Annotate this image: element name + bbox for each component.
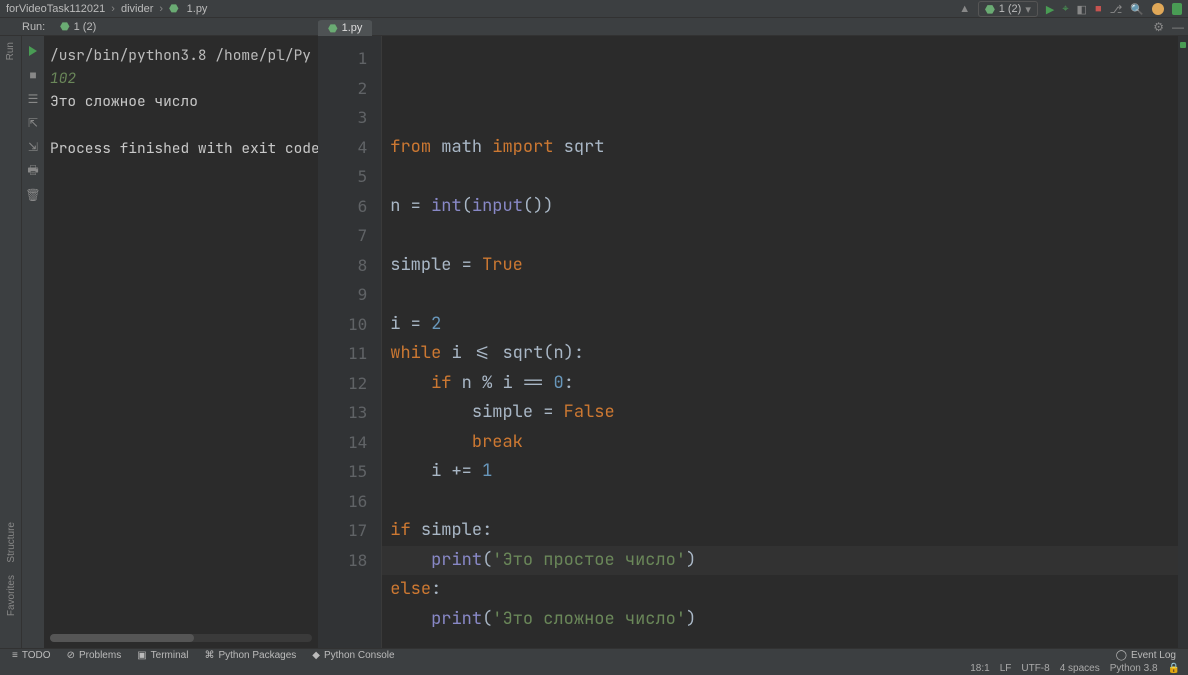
- line-number[interactable]: 5: [348, 162, 367, 192]
- run-label: Run:: [0, 21, 60, 33]
- breadcrumb: forVideoTask112021 › divider › ⬣ 1.py ▲ …: [0, 0, 1188, 18]
- line-number[interactable]: 11: [348, 339, 367, 369]
- code-line[interactable]: [390, 221, 1170, 251]
- run-tool-buttons: ■ ☰ ⇱ ⇲ 🖶 🗑: [22, 36, 44, 648]
- sidebar-favorites[interactable]: Favorites: [6, 573, 17, 618]
- sidebar-structure[interactable]: Structure: [6, 520, 17, 565]
- crumb-folder[interactable]: divider: [121, 3, 153, 15]
- run-console[interactable]: /usr/bin/python3.8 /home/pl/Py 102 Это с…: [44, 36, 318, 648]
- run-config-selector[interactable]: ⬣ 1 (2) ▾: [978, 1, 1038, 17]
- code-line[interactable]: print('Это сложное число'): [390, 605, 1170, 635]
- line-number[interactable]: 4: [348, 133, 367, 163]
- code-editor[interactable]: 123456789101112131415161718 from math im…: [318, 36, 1188, 648]
- minimize-icon[interactable]: —: [1172, 20, 1184, 34]
- status-indent[interactable]: 4 spaces: [1060, 663, 1100, 674]
- code-line[interactable]: [390, 634, 1170, 664]
- tool-todo[interactable]: ≡ TODO: [12, 650, 51, 661]
- chevron-down-icon: ▾: [1025, 3, 1031, 16]
- stop-icon[interactable]: ■: [26, 68, 40, 82]
- tool-problems[interactable]: ⊘ Problems: [67, 650, 122, 661]
- debug-icon[interactable]: ⌖: [1062, 3, 1068, 16]
- status-python[interactable]: Python 3.8: [1110, 663, 1158, 674]
- line-number[interactable]: 13: [348, 398, 367, 428]
- left-tool-strip: Run Favorites Structure: [0, 36, 22, 648]
- tool-python-packages[interactable]: ⌘ Python Packages: [204, 650, 296, 661]
- line-number[interactable]: 14: [348, 428, 367, 458]
- crumb-file[interactable]: 1.py: [187, 3, 208, 15]
- up-icon[interactable]: ⇱: [26, 116, 40, 130]
- line-number[interactable]: 7: [348, 221, 367, 251]
- console-input: 102: [50, 67, 312, 90]
- lock-icon[interactable]: 🔒: [1168, 663, 1180, 674]
- code-line[interactable]: n = int(input()): [390, 192, 1170, 222]
- tool-python-console[interactable]: ◆ Python Console: [312, 650, 394, 661]
- console-output: Это сложное число: [50, 90, 312, 113]
- code-line[interactable]: if n % i == 0:: [390, 369, 1170, 399]
- print-icon[interactable]: 🖶: [26, 164, 40, 178]
- python-file-icon: ⬣: [328, 22, 338, 35]
- run-config[interactable]: ⬣ 1 (2): [60, 20, 96, 33]
- crumb-project[interactable]: forVideoTask112021: [6, 3, 105, 15]
- python-icon: ⬣: [985, 3, 995, 16]
- run-toolbar: Run: ⬣ 1 (2) ⚙ —: [0, 18, 1188, 36]
- line-number[interactable]: 12: [348, 369, 367, 399]
- user-icon[interactable]: ▲: [959, 3, 970, 15]
- line-gutter: 123456789101112131415161718: [318, 36, 382, 648]
- status-pos[interactable]: 18:1: [970, 663, 989, 674]
- code-line[interactable]: i += 1: [390, 457, 1170, 487]
- status-eol[interactable]: LF: [1000, 663, 1012, 674]
- trash-icon[interactable]: 🗑: [26, 188, 40, 202]
- line-number[interactable]: 3: [348, 103, 367, 133]
- git-icon[interactable]: ⎇: [1110, 3, 1123, 16]
- code-line[interactable]: from math import sqrt: [390, 133, 1170, 163]
- line-number[interactable]: 2: [348, 74, 367, 104]
- line-number[interactable]: 1: [348, 44, 367, 74]
- gear-icon[interactable]: ⚙: [1153, 20, 1164, 34]
- console-exit: Process finished with exit code: [50, 137, 312, 160]
- code-area[interactable]: from math import sqrt n = int(input()) s…: [382, 36, 1178, 648]
- line-number[interactable]: 15: [348, 457, 367, 487]
- line-number[interactable]: 18: [348, 546, 367, 576]
- editor-marker-strip[interactable]: [1178, 36, 1188, 648]
- line-number[interactable]: 8: [348, 251, 367, 281]
- code-line[interactable]: else:: [390, 575, 1170, 605]
- python-icon: ⬣: [60, 20, 70, 33]
- stop-icon[interactable]: ■: [1095, 3, 1102, 15]
- down-icon[interactable]: ⇲: [26, 140, 40, 154]
- line-number[interactable]: 17: [348, 516, 367, 546]
- code-line[interactable]: i = 2: [390, 310, 1170, 340]
- line-number[interactable]: 10: [348, 310, 367, 340]
- search-icon[interactable]: 🔍: [1130, 3, 1144, 16]
- line-number[interactable]: 9: [348, 280, 367, 310]
- code-line[interactable]: if simple:: [390, 516, 1170, 546]
- code-line[interactable]: [390, 162, 1170, 192]
- python-file-icon: ⬣: [169, 2, 179, 15]
- console-scrollbar[interactable]: [50, 634, 312, 642]
- code-line[interactable]: print('Это простое число'): [390, 546, 1170, 576]
- code-line[interactable]: [390, 487, 1170, 517]
- line-number[interactable]: 16: [348, 487, 367, 517]
- run-icon[interactable]: ▶: [1046, 3, 1054, 16]
- status-enc[interactable]: UTF-8: [1021, 663, 1049, 674]
- tab-file[interactable]: ⬣ 1.py: [318, 18, 372, 36]
- code-line[interactable]: simple = False: [390, 398, 1170, 428]
- status-bar: 18:1 LF UTF-8 4 spaces Python 3.8 🔒: [0, 662, 1188, 675]
- console-path: /usr/bin/python3.8 /home/pl/Py: [50, 44, 312, 67]
- avatar-icon[interactable]: [1152, 3, 1164, 15]
- editor-tab-bar: ⬣ 1.py: [318, 18, 372, 36]
- sidebar-run[interactable]: Run: [5, 40, 16, 62]
- shield-icon[interactable]: [1172, 3, 1182, 15]
- code-line[interactable]: [390, 280, 1170, 310]
- code-line[interactable]: break: [390, 428, 1170, 458]
- tool-terminal[interactable]: ▣ Terminal: [137, 650, 188, 661]
- coverage-icon[interactable]: ◧: [1077, 3, 1087, 16]
- code-line[interactable]: while i <= sqrt(n):: [390, 339, 1170, 369]
- line-number[interactable]: 6: [348, 192, 367, 222]
- layout-icon[interactable]: ☰: [26, 92, 40, 106]
- rerun-icon[interactable]: [26, 44, 40, 58]
- code-line[interactable]: simple = True: [390, 251, 1170, 281]
